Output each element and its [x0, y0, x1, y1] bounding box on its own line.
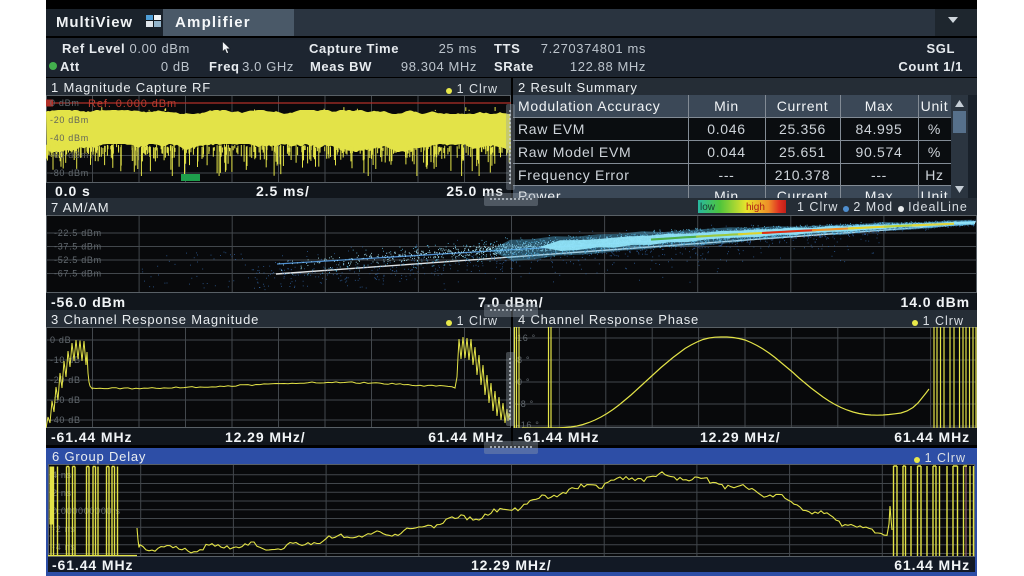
svg-text:0 dB: 0 dB: [50, 335, 71, 345]
svg-text:Ref. 0.000 dBm: Ref. 0.000 dBm: [88, 98, 177, 110]
svg-text:-16 °: -16 °: [517, 420, 540, 428]
svg-text:0 dBm: 0 dBm: [50, 98, 80, 108]
svg-text:high: high: [746, 202, 765, 213]
svg-text:16 °: 16 °: [517, 333, 536, 343]
svg-text:-10 dB: -10 dB: [50, 355, 81, 365]
svg-text:-40 dB: -40 dB: [50, 415, 81, 425]
svg-text:-80 dBm: -80 dBm: [50, 168, 89, 178]
svg-text:-22.5 dBm: -22.5 dBm: [54, 228, 102, 238]
svg-text:-67.5 dBm: -67.5 dBm: [54, 269, 102, 279]
svg-text:-37.5 dBm: -37.5 dBm: [54, 242, 102, 252]
svg-text:-60 dBm: -60 dBm: [50, 150, 89, 160]
svg-text:-40 dBm: -40 dBm: [50, 133, 89, 143]
svg-text:-20 dB: -20 dB: [50, 375, 81, 385]
svg-text:-52.5 dBm: -52.5 dBm: [54, 255, 102, 265]
svg-text:-20 dBm: -20 dBm: [50, 115, 89, 125]
svg-text:low: low: [700, 202, 716, 213]
